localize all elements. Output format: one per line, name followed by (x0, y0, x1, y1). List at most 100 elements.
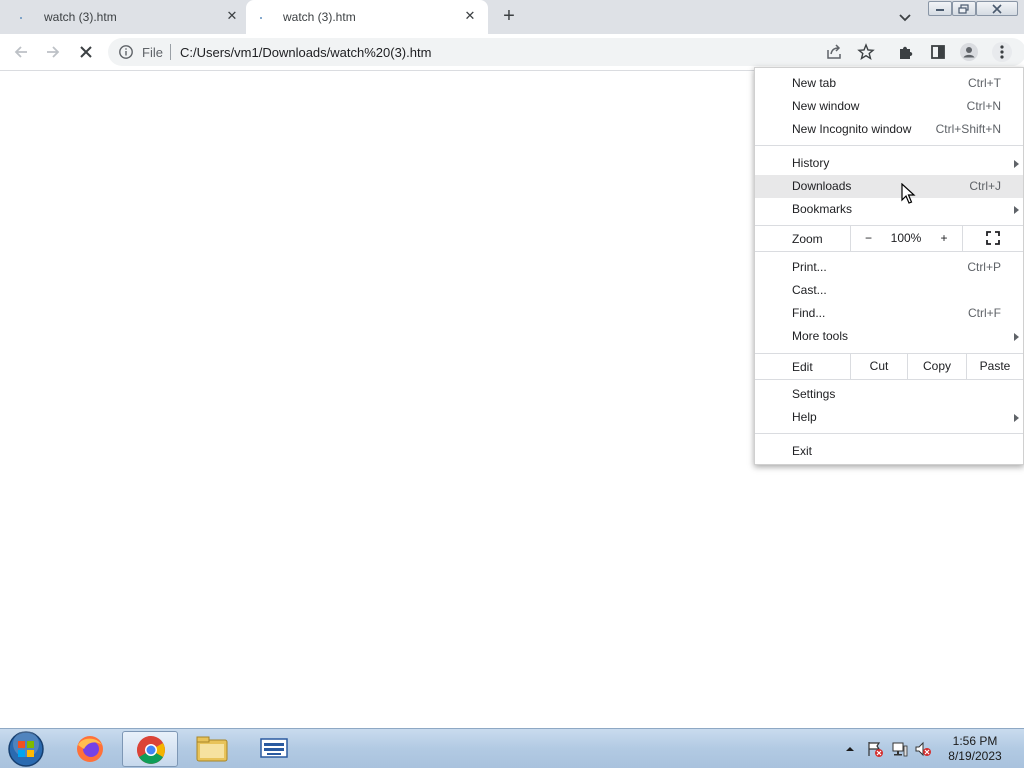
loading-favicon-icon (258, 13, 264, 19)
menu-item-new-incognito-window[interactable]: New Incognito window Ctrl+Shift+N (755, 118, 1023, 141)
menu-item-bookmarks[interactable]: Bookmarks (755, 198, 1023, 221)
zoom-level: 100% (890, 231, 922, 245)
menu-item-find[interactable]: Find... Ctrl+F (755, 302, 1023, 325)
menu-separator (755, 145, 1023, 146)
window-minimize-button[interactable] (928, 1, 952, 16)
menu-separator (755, 433, 1023, 434)
menu-label: Exit (792, 444, 813, 458)
cut-button[interactable]: Cut (850, 354, 907, 379)
submenu-arrow-icon (1014, 206, 1019, 214)
action-center-tray-icon[interactable] (866, 740, 884, 761)
menu-label: Help (792, 410, 817, 424)
edit-label: Edit (792, 360, 813, 374)
paste-button[interactable]: Paste (966, 354, 1023, 379)
menu-label: Find... (792, 306, 826, 320)
menu-item-downloads[interactable]: Downloads Ctrl+J (755, 175, 1023, 198)
menu-shortcut: Ctrl+F (968, 306, 1001, 320)
site-info-icon[interactable] (118, 44, 134, 63)
menu-label: New Incognito window (792, 122, 912, 136)
network-tray-icon[interactable] (891, 740, 909, 761)
tab-watch-active[interactable]: watch (3).htm ✕ (246, 0, 488, 34)
volume-tray-icon[interactable] (914, 740, 932, 761)
firefox-icon (77, 736, 103, 762)
tab-watch-inactive[interactable]: watch (3).htm ✕ (0, 0, 246, 34)
share-icon[interactable] (824, 42, 844, 62)
clock-date: 8/19/2023 (948, 749, 1002, 763)
new-tab-plus-icon[interactable]: + (499, 6, 519, 26)
copy-button[interactable]: Copy (907, 354, 966, 379)
menu-label: More tools (792, 329, 849, 343)
fullscreen-icon (986, 231, 1000, 245)
show-hidden-icons-button[interactable] (845, 743, 855, 757)
chrome-main-menu: New tab Ctrl+T New window Ctrl+N New Inc… (754, 67, 1024, 465)
back-arrow-icon[interactable] (11, 42, 31, 62)
stop-loading-x-icon[interactable] (76, 42, 96, 62)
menu-separator (755, 379, 1023, 380)
menu-shortcut: Ctrl+J (969, 179, 1001, 193)
extensions-puzzle-icon[interactable] (896, 42, 916, 62)
window-restore-button[interactable] (952, 1, 976, 16)
fullscreen-button[interactable] (962, 226, 1023, 251)
menu-shortcut: Ctrl+Shift+N (935, 122, 1001, 136)
flag-error-icon (868, 742, 883, 757)
tab-close-icon[interactable]: ✕ (462, 8, 478, 24)
menu-item-settings[interactable]: Settings (755, 383, 1023, 406)
profile-avatar-icon[interactable] (959, 42, 979, 62)
speaker-muted-icon (915, 741, 931, 757)
tab-title: watch (3).htm (283, 10, 356, 24)
bookmark-star-icon[interactable] (856, 42, 876, 62)
explorer-taskbar-button[interactable] (184, 731, 240, 767)
menu-row-edit: Edit Cut Copy Paste (755, 354, 1023, 379)
zoom-label: Zoom (792, 232, 823, 246)
menu-label: Cast... (792, 283, 827, 297)
menu-shortcut: Ctrl+N (966, 99, 1001, 113)
url-divider (170, 44, 171, 60)
menu-item-more-tools[interactable]: More tools (755, 325, 1023, 348)
address-bar[interactable]: File C:/Users/vm1/Downloads/watch%20(3).… (108, 38, 1024, 66)
window-close-button[interactable] (976, 1, 1018, 16)
tab-search-chevron-icon[interactable] (896, 8, 914, 26)
menu-label: New window (792, 99, 860, 113)
menu-shortcut: Ctrl+T (968, 76, 1001, 90)
page-favicon-icon (18, 13, 24, 19)
tab-close-icon[interactable]: ✕ (224, 8, 240, 24)
on-screen-keyboard-icon (260, 738, 288, 758)
folder-icon (196, 736, 228, 762)
zoom-in-button[interactable]: + (926, 226, 962, 251)
menu-item-print[interactable]: Print... Ctrl+P (755, 256, 1023, 279)
forward-arrow-icon[interactable] (43, 42, 63, 62)
submenu-arrow-icon (1014, 160, 1019, 168)
menu-item-new-window[interactable]: New window Ctrl+N (755, 95, 1023, 118)
tab-title: watch (3).htm (44, 10, 117, 24)
menu-label: New tab (792, 76, 837, 90)
menu-label: Downloads (792, 179, 852, 193)
menu-item-cast[interactable]: Cast... (755, 279, 1023, 302)
windows-taskbar: 1:56 PM 8/19/2023 (0, 728, 1024, 768)
mouse-cursor-icon (901, 183, 916, 204)
start-orb-button[interactable] (6, 730, 46, 768)
windows-start-icon (8, 731, 44, 767)
keyboard-app-taskbar-button[interactable] (246, 731, 302, 767)
menu-label: Settings (792, 387, 836, 401)
menu-kebab-icon[interactable] (992, 42, 1012, 62)
menu-label: History (792, 156, 830, 170)
menu-separator (755, 251, 1023, 252)
taskbar-clock[interactable]: 1:56 PM 8/19/2023 (940, 734, 1010, 764)
menu-row-zoom: Zoom − 100% + (755, 226, 1023, 251)
url-scheme-label: File (142, 45, 163, 60)
side-panel-icon[interactable] (928, 42, 948, 62)
firefox-taskbar-button[interactable] (62, 731, 118, 767)
submenu-arrow-icon (1014, 414, 1019, 422)
menu-item-history[interactable]: History (755, 152, 1023, 175)
menu-label: Print... (792, 260, 827, 274)
menu-item-exit[interactable]: Exit (755, 440, 1023, 463)
chrome-icon (137, 736, 165, 764)
tab-strip: watch (3).htm ✕ watch (3).htm ✕ + (0, 0, 1024, 34)
zoom-out-button[interactable]: − (850, 226, 886, 251)
chrome-taskbar-button[interactable] (122, 731, 178, 767)
browser-toolbar: File C:/Users/vm1/Downloads/watch%20(3).… (0, 34, 1024, 71)
url-text[interactable]: C:/Users/vm1/Downloads/watch%20(3).htm (180, 45, 431, 60)
menu-shortcut: Ctrl+P (967, 260, 1001, 274)
menu-item-new-tab[interactable]: New tab Ctrl+T (755, 72, 1023, 95)
menu-item-help[interactable]: Help (755, 406, 1023, 429)
